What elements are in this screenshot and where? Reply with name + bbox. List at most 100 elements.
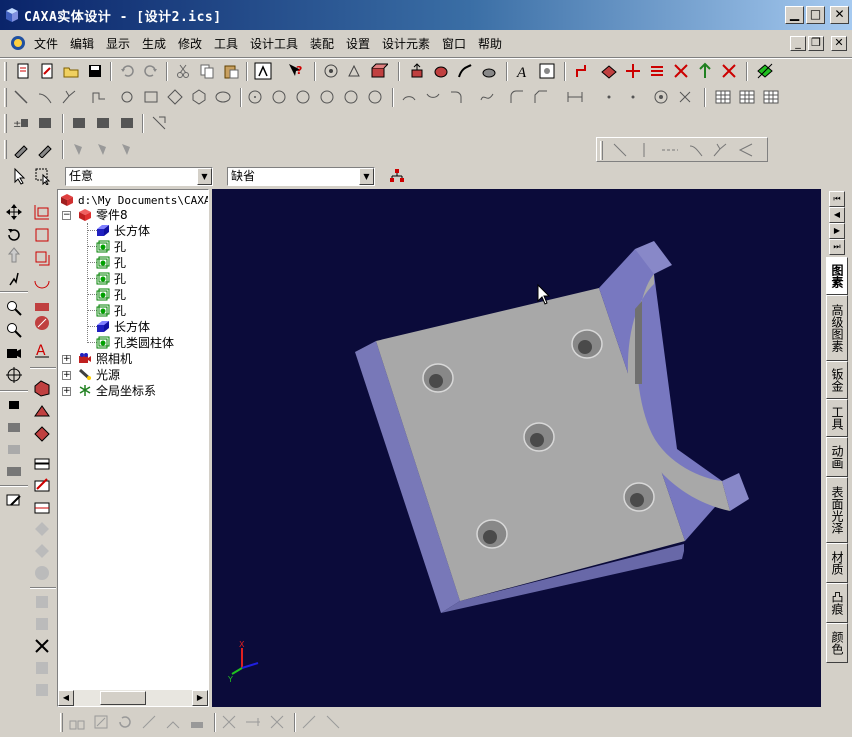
hole-top-left[interactable] bbox=[422, 363, 454, 393]
chevron-down-icon[interactable]: ▼ bbox=[197, 168, 212, 185]
part-model[interactable] bbox=[212, 189, 821, 707]
circle-tangent2-icon[interactable] bbox=[342, 88, 360, 106]
chevron-down-icon[interactable]: ▼ bbox=[359, 168, 374, 185]
camera2-icon[interactable] bbox=[5, 439, 23, 457]
expand-icon[interactable]: + bbox=[62, 371, 71, 380]
solid-wedge-icon[interactable] bbox=[33, 402, 51, 420]
unfold-icon[interactable] bbox=[672, 62, 690, 80]
hole-bottom-right[interactable] bbox=[623, 482, 655, 512]
bisector-icon[interactable] bbox=[60, 88, 78, 106]
circle-tangent3-icon[interactable] bbox=[366, 88, 384, 106]
undo-icon[interactable] bbox=[118, 62, 136, 80]
design-tree-icon[interactable] bbox=[254, 62, 272, 80]
tree-feature-block[interactable]: 长方体 bbox=[96, 319, 150, 335]
bend-icon[interactable] bbox=[574, 62, 592, 80]
flange-icon[interactable] bbox=[624, 62, 642, 80]
spline-icon[interactable] bbox=[478, 88, 496, 106]
sweep-icon[interactable] bbox=[456, 62, 474, 80]
diamond-icon[interactable] bbox=[166, 88, 184, 106]
text-feature-icon[interactable]: A bbox=[33, 341, 51, 359]
tangent-line-icon[interactable] bbox=[36, 88, 54, 106]
menu-window[interactable]: 窗口 bbox=[442, 35, 466, 52]
shape3-icon[interactable] bbox=[94, 114, 112, 132]
point-icon[interactable] bbox=[600, 88, 618, 106]
render-icon[interactable] bbox=[370, 62, 388, 80]
style-combo[interactable]: 缺省 ▼ bbox=[227, 167, 375, 186]
circle-center-icon[interactable] bbox=[246, 88, 264, 106]
solid-shell-icon[interactable] bbox=[33, 425, 51, 443]
document-icon[interactable] bbox=[10, 35, 26, 51]
polyline-icon[interactable] bbox=[90, 88, 108, 106]
selection-filter-combo[interactable]: 任意 ▼ bbox=[65, 167, 213, 186]
sheet-metal-icon[interactable] bbox=[600, 62, 618, 80]
pan-view-icon[interactable] bbox=[346, 62, 364, 80]
tab-prev-icon[interactable]: ◀ bbox=[829, 207, 845, 223]
measure-x-icon[interactable] bbox=[268, 713, 286, 731]
scroll-left-icon[interactable]: ◀ bbox=[58, 690, 74, 706]
menu-design-elements[interactable]: 设计元素 bbox=[382, 35, 430, 52]
walk-icon[interactable] bbox=[5, 269, 23, 287]
menu-assembly[interactable]: 装配 bbox=[310, 35, 334, 52]
tab-sheet-metal[interactable]: 钣金 bbox=[826, 361, 848, 399]
scroll-right-icon[interactable]: ▶ bbox=[192, 690, 208, 706]
menu-file[interactable]: 文件 bbox=[34, 35, 58, 52]
tab-advanced-elements[interactable]: 高级图素 bbox=[826, 295, 848, 361]
tree-light[interactable]: 光源 bbox=[78, 367, 120, 383]
camera3-icon[interactable] bbox=[5, 461, 23, 479]
expand-icon[interactable]: + bbox=[62, 355, 71, 364]
expand-icon[interactable]: + bbox=[62, 387, 71, 396]
arc-icon[interactable] bbox=[400, 88, 418, 106]
sketch-plane-icon[interactable] bbox=[33, 203, 51, 221]
array-icon[interactable] bbox=[164, 713, 182, 731]
solid-split-icon[interactable] bbox=[33, 497, 51, 515]
angle-tool-icon[interactable] bbox=[300, 713, 318, 731]
tree-root[interactable]: d:\My Documents\CAXAS bbox=[60, 192, 208, 208]
camera-icon[interactable] bbox=[5, 417, 23, 435]
revolve-icon[interactable] bbox=[432, 62, 450, 80]
cross-icon[interactable] bbox=[676, 88, 694, 106]
tab-material[interactable]: 材质 bbox=[826, 543, 848, 583]
plus-minus-icon[interactable]: ± bbox=[12, 114, 30, 132]
menu-tools[interactable]: 工具 bbox=[214, 35, 238, 52]
arc-tangent-icon[interactable] bbox=[448, 88, 466, 106]
tools-icon[interactable] bbox=[720, 62, 738, 80]
grid-icon[interactable] bbox=[714, 88, 732, 106]
sketch-curve-icon[interactable] bbox=[33, 272, 51, 290]
paint3-icon[interactable] bbox=[118, 140, 136, 158]
circle-3pt-icon[interactable] bbox=[294, 88, 312, 106]
scale-icon[interactable] bbox=[92, 713, 110, 731]
grid2-icon[interactable] bbox=[738, 88, 756, 106]
cut-icon[interactable] bbox=[174, 62, 192, 80]
view-camera-icon[interactable] bbox=[5, 344, 23, 362]
line-diag-icon[interactable] bbox=[611, 141, 629, 159]
angle-tool2-icon[interactable] bbox=[324, 713, 342, 731]
tab-last-icon[interactable]: ⏭ bbox=[829, 239, 845, 255]
extrude-icon[interactable] bbox=[408, 62, 426, 80]
menu-generate[interactable]: 生成 bbox=[142, 35, 166, 52]
tab-animation[interactable]: 动画 bbox=[826, 437, 848, 477]
zoom-icon[interactable] bbox=[5, 299, 23, 317]
paint2-icon[interactable] bbox=[94, 140, 112, 158]
zoom-window-icon[interactable] bbox=[5, 321, 23, 339]
loft-icon[interactable] bbox=[480, 62, 498, 80]
circle-tangent-icon[interactable] bbox=[318, 88, 336, 106]
mdi-restore-button[interactable]: ❐ bbox=[808, 36, 824, 51]
arc-3pt-icon[interactable] bbox=[424, 88, 442, 106]
tree-part[interactable]: 零件8 bbox=[78, 207, 128, 223]
line-tangent-icon[interactable] bbox=[687, 141, 705, 159]
gray-box3-icon[interactable] bbox=[33, 659, 51, 677]
tab-next-icon[interactable]: ▶ bbox=[829, 223, 845, 239]
fold-icon[interactable] bbox=[696, 62, 714, 80]
hole-bottom-left[interactable] bbox=[476, 519, 508, 549]
fillet-icon[interactable] bbox=[508, 88, 526, 106]
tab-first-icon[interactable]: ⏮ bbox=[829, 191, 845, 207]
dimension-icon[interactable] bbox=[566, 88, 584, 106]
stamp-icon[interactable] bbox=[188, 713, 206, 731]
gray-box-icon[interactable] bbox=[33, 593, 51, 611]
new-drawing-icon[interactable] bbox=[38, 62, 56, 80]
eyedropper-icon[interactable] bbox=[12, 140, 30, 158]
menu-help[interactable]: 帮助 bbox=[478, 35, 502, 52]
rotate-icon[interactable] bbox=[5, 226, 23, 244]
green-cube-icon[interactable] bbox=[756, 62, 774, 80]
distance-icon[interactable] bbox=[244, 713, 262, 731]
